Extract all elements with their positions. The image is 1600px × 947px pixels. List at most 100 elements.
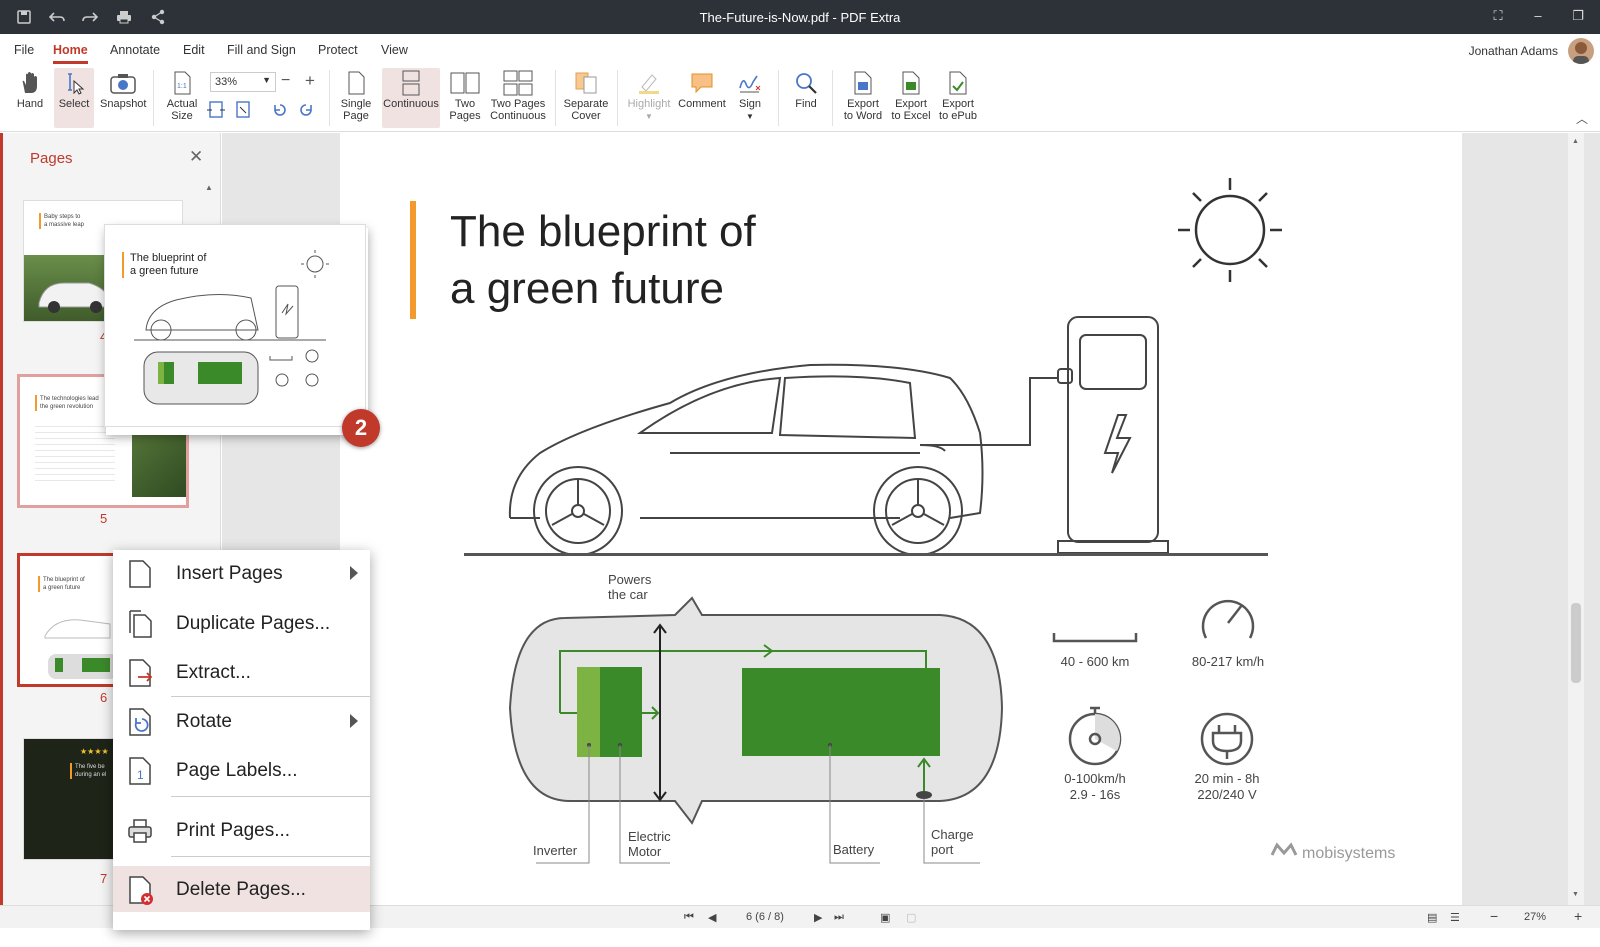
menu-bar: File Home Annotate Edit Fill and Sign Pr… [0, 34, 1600, 64]
page-indicator[interactable]: 6 (6 / 8) [746, 911, 784, 923]
svg-text:1: 1 [137, 768, 144, 782]
close-icon[interactable]: ✕ [189, 147, 203, 167]
document-viewport[interactable]: The blueprint of a green future Powers t… [222, 133, 1600, 905]
rotate-menu-item[interactable]: Rotate [113, 698, 370, 744]
page-thumbnail-6[interactable]: The blueprint of a green future [17, 553, 117, 687]
menu-fill-and-sign[interactable]: Fill and Sign [227, 43, 296, 57]
minimize-icon[interactable]: – [1528, 8, 1548, 26]
page-view-icon[interactable]: ▢ [906, 911, 916, 924]
charge-label-1: Charge [931, 827, 974, 842]
two-pages-continuous-icon [488, 68, 548, 98]
charge-stat-2: 220/240 V [1197, 787, 1257, 802]
page-number-6: 6 [100, 690, 108, 705]
range-stat: 40 - 600 km [1061, 654, 1130, 669]
fullscreen-icon[interactable]: ⛶ [1488, 8, 1508, 26]
separate-cover-icon [563, 68, 609, 98]
export-to-excel-button[interactable]: Export to Excel [888, 68, 934, 128]
rotate-right-icon[interactable] [298, 102, 314, 123]
avatar[interactable] [1568, 38, 1594, 64]
continuous-view-icon[interactable]: ☰ [1450, 911, 1460, 924]
collapse-ribbon-icon[interactable]: ︿ [1576, 110, 1588, 127]
rating-stars: ★★★★ [80, 747, 109, 756]
menu-annotate[interactable]: Annotate [110, 43, 160, 57]
single-page-button[interactable]: Single Page [336, 68, 376, 128]
zoom-in-button[interactable]: + [305, 71, 315, 91]
scrollbar-thumb[interactable] [1571, 603, 1581, 683]
zoom-input[interactable]: 33% ▼ [210, 72, 276, 92]
extract-menu-item[interactable]: Extract... [113, 649, 370, 695]
zoom-out-button[interactable]: − [1490, 908, 1498, 924]
menu-edit[interactable]: Edit [183, 43, 205, 57]
chevron-down-icon[interactable]: ▼ [645, 112, 653, 121]
chevron-down-icon[interactable]: ▼ [746, 112, 754, 121]
two-pages-button[interactable]: Two Pages [446, 68, 484, 128]
user-name[interactable]: Jonathan Adams [1469, 44, 1558, 58]
signature-icon [733, 68, 767, 98]
chassis-diagram [508, 596, 1004, 864]
page-context-menu: Insert Pages Duplicate Pages... Extract.… [113, 550, 370, 930]
restore-icon[interactable]: ❐ [1568, 8, 1588, 26]
epub-icon [935, 68, 981, 98]
export-to-epub-button[interactable]: Export to ePub [935, 68, 981, 128]
zoom-in-button[interactable]: + [1574, 908, 1582, 924]
extract-icon [129, 659, 153, 687]
add-page-icon[interactable]: ▣ [880, 911, 890, 924]
chevron-down-icon[interactable]: ▼ [262, 75, 271, 85]
inverter-label: Inverter [533, 843, 578, 858]
delete-page-icon [129, 876, 153, 905]
single-view-icon[interactable]: ▤ [1427, 911, 1437, 924]
prev-page-icon[interactable]: ◀ [708, 911, 716, 924]
sign-button[interactable]: Sign ▼ [733, 68, 767, 128]
highlight-button[interactable]: Highlight ▼ [625, 68, 673, 128]
export-to-word-button[interactable]: Export to Word [840, 68, 886, 128]
continuous-button[interactable]: Continuous [382, 68, 440, 128]
rotate-icon [129, 708, 151, 736]
page-number-5: 5 [100, 511, 108, 526]
first-page-icon[interactable]: ⏮ [684, 911, 694, 924]
find-button[interactable]: Find [790, 68, 822, 128]
sun-icon [1178, 178, 1282, 282]
charge-stat-1: 20 min - 8h [1194, 771, 1259, 786]
window-title: The-Future-is-Now.pdf - PDF Extra [699, 10, 901, 25]
charge-label-2: port [931, 842, 954, 857]
scroll-down-icon[interactable]: ▼ [1572, 891, 1579, 898]
fit-page-icon[interactable] [233, 100, 253, 125]
zoom-level[interactable]: 27% [1524, 911, 1546, 923]
separate-cover-button[interactable]: Separate Cover [563, 68, 609, 128]
duplicate-pages-menu-item[interactable]: Duplicate Pages... [113, 600, 370, 646]
hand-button[interactable]: Hand [10, 68, 50, 128]
page-icon [129, 560, 151, 588]
insert-pages-menu-item[interactable]: Insert Pages [113, 550, 370, 596]
page-canvas: The blueprint of a green future Powers t… [410, 178, 1395, 864]
speed-stat: 80-217 km/h [1192, 654, 1264, 669]
document-scrollbar[interactable]: ▲ ▼ [1568, 133, 1584, 905]
charging-station [1057, 316, 1169, 554]
delete-pages-menu-item[interactable]: Delete Pages... [113, 866, 370, 912]
page-labels-menu-item[interactable]: 1 Page Labels... [113, 747, 370, 793]
menu-view[interactable]: View [381, 43, 408, 57]
two-pages-icon [446, 68, 484, 98]
print-pages-menu-item[interactable]: Print Pages... [113, 807, 370, 853]
powers-label-2: the car [608, 587, 648, 602]
mobisystems-logo-icon [1270, 842, 1298, 856]
actual-size-button[interactable]: 1:1 Actual Size [162, 68, 202, 128]
zoom-out-button[interactable]: − [281, 72, 290, 90]
pages-panel-title: Pages [30, 150, 73, 167]
single-page-icon [336, 68, 376, 98]
last-page-icon[interactable]: ⏭ [834, 911, 844, 924]
next-page-icon[interactable]: ▶ [814, 911, 822, 924]
scroll-up-icon[interactable]: ▲ [205, 183, 213, 192]
duplicate-icon [129, 610, 152, 638]
rotate-left-icon[interactable] [272, 102, 288, 123]
snapshot-button[interactable]: Snapshot [100, 68, 146, 128]
preview-diagram [134, 250, 329, 405]
menu-file[interactable]: File [14, 43, 34, 57]
two-pages-continuous-button[interactable]: Two Pages Continuous [488, 68, 548, 128]
select-button[interactable]: Select [54, 68, 94, 128]
scroll-up-icon[interactable]: ▲ [1572, 138, 1579, 145]
comment-button[interactable]: Comment [677, 68, 727, 128]
menu-home[interactable]: Home [53, 43, 88, 64]
title-accent-bar [410, 201, 416, 319]
fit-width-icon[interactable] [206, 100, 226, 125]
menu-protect[interactable]: Protect [318, 43, 358, 57]
